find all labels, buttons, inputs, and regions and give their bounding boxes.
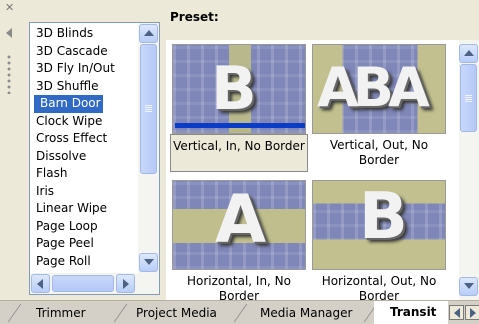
list-item-label: Cross Effect (36, 131, 108, 145)
scroll-thumb[interactable] (460, 64, 477, 132)
preset-thumbnail: B (312, 180, 446, 270)
chevron-right-icon (123, 279, 129, 289)
list-item[interactable]: 3D Blinds (30, 25, 137, 43)
tab-transitions[interactable]: Transit (374, 301, 448, 324)
list-item-label: 3D Fly In/Out (36, 61, 115, 75)
list-item[interactable]: Cross Effect (30, 130, 137, 148)
list-item-label: Page Loop (36, 218, 98, 233)
chevron-up-icon (144, 30, 154, 36)
preset-tile[interactable]: ABA Vertical, Out, No Border (310, 44, 448, 172)
preset-tile[interactable]: B Vertical, In, No Border (170, 44, 308, 172)
list-item-selected-row[interactable]: Barn Door (30, 95, 137, 113)
horizontal-scroll-thumb[interactable] (52, 275, 114, 292)
panel-tab-bar: Trimmer Project Media Media Manager Tran… (0, 300, 479, 324)
list-item[interactable]: Dissolve (30, 148, 137, 166)
scroll-up-button[interactable] (139, 24, 158, 43)
collapse-arrow-icon[interactable] (6, 28, 12, 38)
list-horizontal-scrollbar[interactable] (30, 273, 159, 294)
list-item-label: 3D Blinds (36, 26, 94, 40)
scroll-right-button[interactable] (116, 274, 135, 293)
chevron-down-icon (464, 283, 474, 289)
preset-vertical-scrollbar[interactable] (459, 40, 479, 300)
preset-grid: B Vertical, In, No Border ABA Vertical, … (170, 44, 452, 303)
preset-thumbnail: B (172, 44, 306, 134)
tab-trimmer[interactable]: Trimmer (22, 303, 100, 323)
list-item-selected[interactable]: Barn Door (34, 95, 103, 113)
preview-glyph: A (215, 181, 267, 258)
scroll-down-button[interactable] (459, 277, 478, 296)
list-item-label: Page Roll (36, 253, 91, 268)
list-item-label: Flash (36, 166, 68, 180)
list-item-label: 3D Cascade (36, 43, 108, 58)
preview-glyph: B (211, 54, 257, 124)
preset-tile[interactable]: B Horizontal, Out, No Border (310, 180, 448, 308)
transition-list-items: 3D Blinds 3D Cascade 3D Fly In/Out 3D Sh… (30, 23, 137, 270)
chevron-left-icon (454, 308, 460, 318)
close-icon[interactable]: ✕ (5, 2, 14, 14)
list-item[interactable]: Flash (30, 165, 137, 183)
list-vertical-scrollbar[interactable] (138, 23, 159, 273)
transition-list[interactable]: 3D Blinds 3D Cascade 3D Fly In/Out 3D Sh… (29, 22, 160, 295)
list-item-label: 3D Shuffle (36, 78, 99, 93)
chevron-right-icon (470, 308, 476, 318)
chevron-left-icon (37, 279, 43, 289)
preview-progress-bar (175, 123, 305, 128)
list-item-label: Iris (36, 183, 55, 198)
list-item-label: Page Peel (36, 236, 94, 250)
thumb-grip-icon (465, 95, 472, 96)
drag-handle-icon[interactable] (5, 54, 13, 94)
list-item[interactable]: Page Roll (30, 253, 137, 271)
list-item[interactable]: Page Loop (30, 218, 137, 236)
list-item[interactable]: Iris (30, 183, 137, 201)
list-item[interactable]: 3D Shuffle (30, 78, 137, 96)
list-item[interactable]: 3D Cascade (30, 43, 137, 61)
tab-project-media[interactable]: Project Media (122, 303, 231, 323)
list-item-label: Linear Wipe (36, 201, 108, 215)
list-item-label: Clock Wipe (36, 113, 103, 128)
thumb-grip-icon (145, 105, 152, 106)
tab-media-manager[interactable]: Media Manager (246, 303, 366, 323)
list-item[interactable]: 3D Fly In/Out (30, 60, 137, 78)
preset-thumbnail: ABA (312, 44, 446, 134)
preview-glyph: ABA (317, 56, 430, 119)
list-item[interactable]: Page Peel (30, 235, 137, 253)
panel-gripper[interactable]: ✕ (0, 0, 26, 290)
scroll-thumb[interactable] (140, 44, 157, 174)
preview-glyph: B (359, 180, 408, 254)
scroll-up-button[interactable] (459, 44, 478, 63)
scroll-left-button[interactable] (31, 274, 50, 293)
chevron-down-icon (144, 259, 154, 265)
preset-tile[interactable]: A Horizontal, In, No Border (170, 180, 308, 308)
preset-label: Vertical, In, No Border (170, 134, 308, 172)
list-item-label: Dissolve (36, 148, 87, 163)
tab-scroll-left-button[interactable] (449, 305, 464, 320)
tab-separator (7, 304, 22, 322)
list-item[interactable]: Linear Wipe (30, 200, 137, 218)
chevron-up-icon (464, 50, 474, 56)
scroll-down-button[interactable] (139, 253, 158, 272)
preset-pane: B Vertical, In, No Border ABA Vertical, … (166, 40, 479, 303)
preset-thumbnail: A (172, 180, 306, 270)
preset-label: Vertical, Out, No Border (329, 138, 429, 167)
tab-scroll-right-button[interactable] (465, 305, 479, 320)
list-item[interactable]: Clock Wipe (30, 113, 137, 131)
preset-title: Preset: (170, 10, 219, 24)
